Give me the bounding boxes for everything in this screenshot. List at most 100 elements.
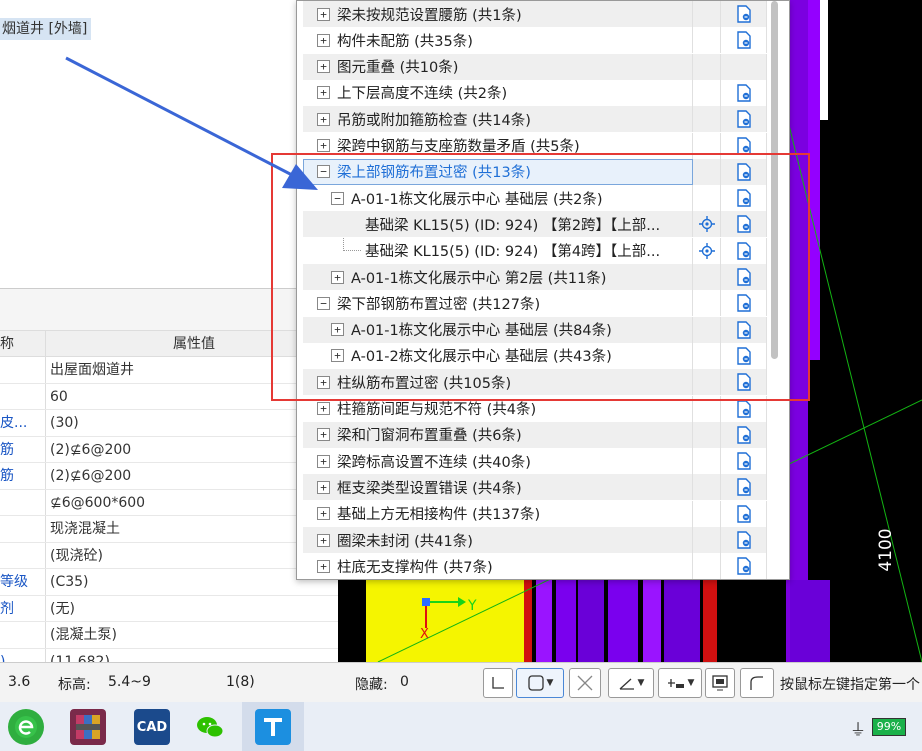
expand-icon[interactable]: + (317, 480, 330, 494)
property-row[interactable]: 皮... (30) (0, 410, 338, 437)
collapse-icon[interactable]: − (317, 165, 330, 179)
wechat-icon[interactable] (192, 709, 228, 745)
result-group-row[interactable]: + 柱箍筋间距与规范不符 (共4条) (303, 395, 767, 422)
offset-button[interactable]: ▼ (658, 668, 702, 698)
report-cell[interactable] (721, 290, 767, 317)
result-row-content[interactable]: − A-01-1栋文化展示中心 基础层 (共2条) (303, 185, 693, 212)
result-group-row[interactable]: + A-01-1栋文化展示中心 第2层 (共11条) (303, 264, 767, 290)
expand-icon[interactable]: + (317, 139, 330, 152)
report-cell[interactable] (721, 500, 767, 527)
property-value[interactable]: 现浇混凝土 (46, 516, 338, 542)
report-cell[interactable] (721, 395, 767, 422)
result-group-row[interactable]: + 上下层高度不连续 (共2条) (303, 79, 767, 106)
result-item-row[interactable]: 基础梁 KL15(5) (ID: 924) 【第4跨】【上部... (303, 237, 767, 264)
result-group-row[interactable]: + 梁和门窗洞布置重叠 (共6条) (303, 421, 767, 448)
report-cell[interactable] (721, 132, 767, 159)
property-value[interactable]: (C35) (46, 569, 338, 595)
result-group-row[interactable]: + A-01-2栋文化展示中心 基础层 (共43条) (303, 342, 767, 369)
expand-icon[interactable]: + (331, 323, 344, 337)
report-cell[interactable] (721, 106, 767, 133)
property-value[interactable]: (混凝土泵) (46, 622, 338, 648)
result-row-content[interactable]: + 柱底无支撑构件 (共7条) (303, 553, 693, 579)
result-group-row[interactable]: − A-01-1栋文化展示中心 基础层 (共2条) (303, 185, 767, 212)
arc-button[interactable] (740, 668, 774, 698)
browser-icon[interactable] (8, 709, 44, 745)
report-cell[interactable] (721, 553, 767, 579)
property-value[interactable]: (现浇砼) (46, 543, 338, 569)
property-row[interactable]: 筋 (2)⊈6@200 (0, 436, 338, 463)
result-group-row[interactable]: + 基础上方无相接构件 (共137条) (303, 500, 767, 527)
result-group-row[interactable]: + A-01-1栋文化展示中心 基础层 (共84条) (303, 316, 767, 343)
property-value[interactable]: (2)⊈6@200 (46, 463, 338, 489)
result-row-content[interactable]: + 柱箍筋间距与规范不符 (共4条) (303, 395, 693, 422)
collapse-icon[interactable]: − (331, 191, 344, 205)
result-row-content[interactable]: + A-01-1栋文化展示中心 基础层 (共84条) (303, 316, 693, 343)
result-group-row[interactable]: + 框支梁类型设置错误 (共4条) (303, 474, 767, 501)
result-row-content[interactable]: + A-01-2栋文化展示中心 基础层 (共43条) (303, 342, 693, 369)
result-row-content[interactable]: 基础梁 KL15(5) (ID: 924) 【第4跨】【上部... (303, 237, 693, 264)
result-group-row[interactable]: − 梁上部钢筋布置过密 (共13条) (303, 158, 767, 185)
report-cell[interactable] (721, 474, 767, 501)
result-row-content[interactable]: + 上下层高度不连续 (共2条) (303, 79, 693, 106)
result-row-content[interactable]: − 梁上部钢筋布置过密 (共13条) (303, 158, 693, 185)
snap-button[interactable]: ▼ (516, 668, 564, 698)
property-row[interactable]: 现浇混凝土 (0, 516, 338, 543)
report-cell[interactable] (721, 27, 767, 54)
result-row-content[interactable]: − 梁下部钢筋布置过密 (共127条) (303, 290, 693, 317)
report-cell[interactable] (721, 448, 767, 475)
collapse-icon[interactable]: − (317, 296, 330, 310)
expand-icon[interactable]: + (317, 60, 330, 74)
result-row-content[interactable]: + 梁和门窗洞布置重叠 (共6条) (303, 421, 693, 448)
result-row-content[interactable]: + 吊筋或附加箍筋检查 (共14条) (303, 106, 693, 133)
expand-icon[interactable]: + (317, 454, 330, 468)
result-group-row[interactable]: + 吊筋或附加箍筋检查 (共14条) (303, 106, 767, 133)
result-group-row[interactable]: − 梁下部钢筋布置过密 (共127条) (303, 290, 767, 317)
property-row[interactable]: 等级 (C35) (0, 569, 338, 596)
locate-cell[interactable] (693, 211, 721, 238)
report-cell[interactable] (721, 342, 767, 369)
report-cell[interactable] (721, 185, 767, 212)
result-row-content[interactable]: + 圈梁未封闭 (共41条) (303, 527, 693, 553)
result-item-row[interactable]: 基础梁 KL15(5) (ID: 924) 【第2跨】【上部... (303, 211, 767, 238)
property-row[interactable]: 筋 (2)⊈6@200 (0, 463, 338, 490)
property-row[interactable]: 60 (0, 383, 338, 410)
property-value[interactable]: ⊈6@600*600 (46, 490, 338, 516)
locate-cell[interactable] (693, 237, 721, 264)
report-cell[interactable] (721, 158, 767, 185)
report-cell[interactable] (721, 316, 767, 343)
report-cell[interactable] (721, 79, 767, 106)
result-row-content[interactable]: + 梁未按规范设置腰筋 (共1条) (303, 1, 693, 27)
result-group-row[interactable]: + 梁未按规范设置腰筋 (共1条) (303, 1, 767, 27)
property-row[interactable]: ⊈6@600*600 (0, 489, 338, 516)
angle-button[interactable]: ▼ (608, 668, 654, 698)
result-row-content[interactable]: + 梁跨中钢筋与支座筋数量矛盾 (共5条) (303, 132, 693, 159)
display-button[interactable] (705, 668, 735, 698)
report-cell[interactable] (721, 421, 767, 448)
expand-icon[interactable]: + (317, 507, 330, 521)
property-value[interactable]: (无) (46, 596, 338, 622)
result-row-content[interactable]: + 基础上方无相接构件 (共137条) (303, 500, 693, 527)
expand-icon[interactable]: + (331, 349, 344, 363)
result-row-content[interactable]: + 构件未配筋 (共35条) (303, 27, 693, 54)
property-value[interactable]: 出屋面烟道井 (46, 357, 338, 383)
expand-icon[interactable]: + (317, 7, 330, 21)
property-row[interactable]: 出屋面烟道井 (0, 357, 338, 384)
expand-icon[interactable]: + (317, 86, 330, 100)
tree-scrollbar[interactable] (767, 1, 781, 579)
expand-icon[interactable]: + (317, 402, 330, 415)
expand-icon[interactable]: + (317, 533, 330, 547)
property-row[interactable]: 剂 (无) (0, 595, 338, 622)
report-cell[interactable] (721, 527, 767, 553)
result-group-row[interactable]: + 梁跨中钢筋与支座筋数量矛盾 (共5条) (303, 132, 767, 159)
glodon-icon[interactable] (255, 709, 291, 745)
result-group-row[interactable]: + 构件未配筋 (共35条) (303, 27, 767, 54)
scrollbar-thumb[interactable] (771, 1, 778, 359)
expand-icon[interactable]: + (317, 33, 330, 47)
result-group-row[interactable]: + 梁跨标高设置不连续 (共40条) (303, 448, 767, 475)
expand-icon[interactable]: + (317, 559, 330, 573)
result-row-content[interactable]: + 图元重叠 (共10条) (303, 53, 693, 80)
property-value[interactable]: 60 (46, 384, 338, 410)
report-cell[interactable] (721, 1, 767, 27)
winrar-icon[interactable] (70, 709, 106, 745)
report-cell[interactable] (721, 237, 767, 264)
